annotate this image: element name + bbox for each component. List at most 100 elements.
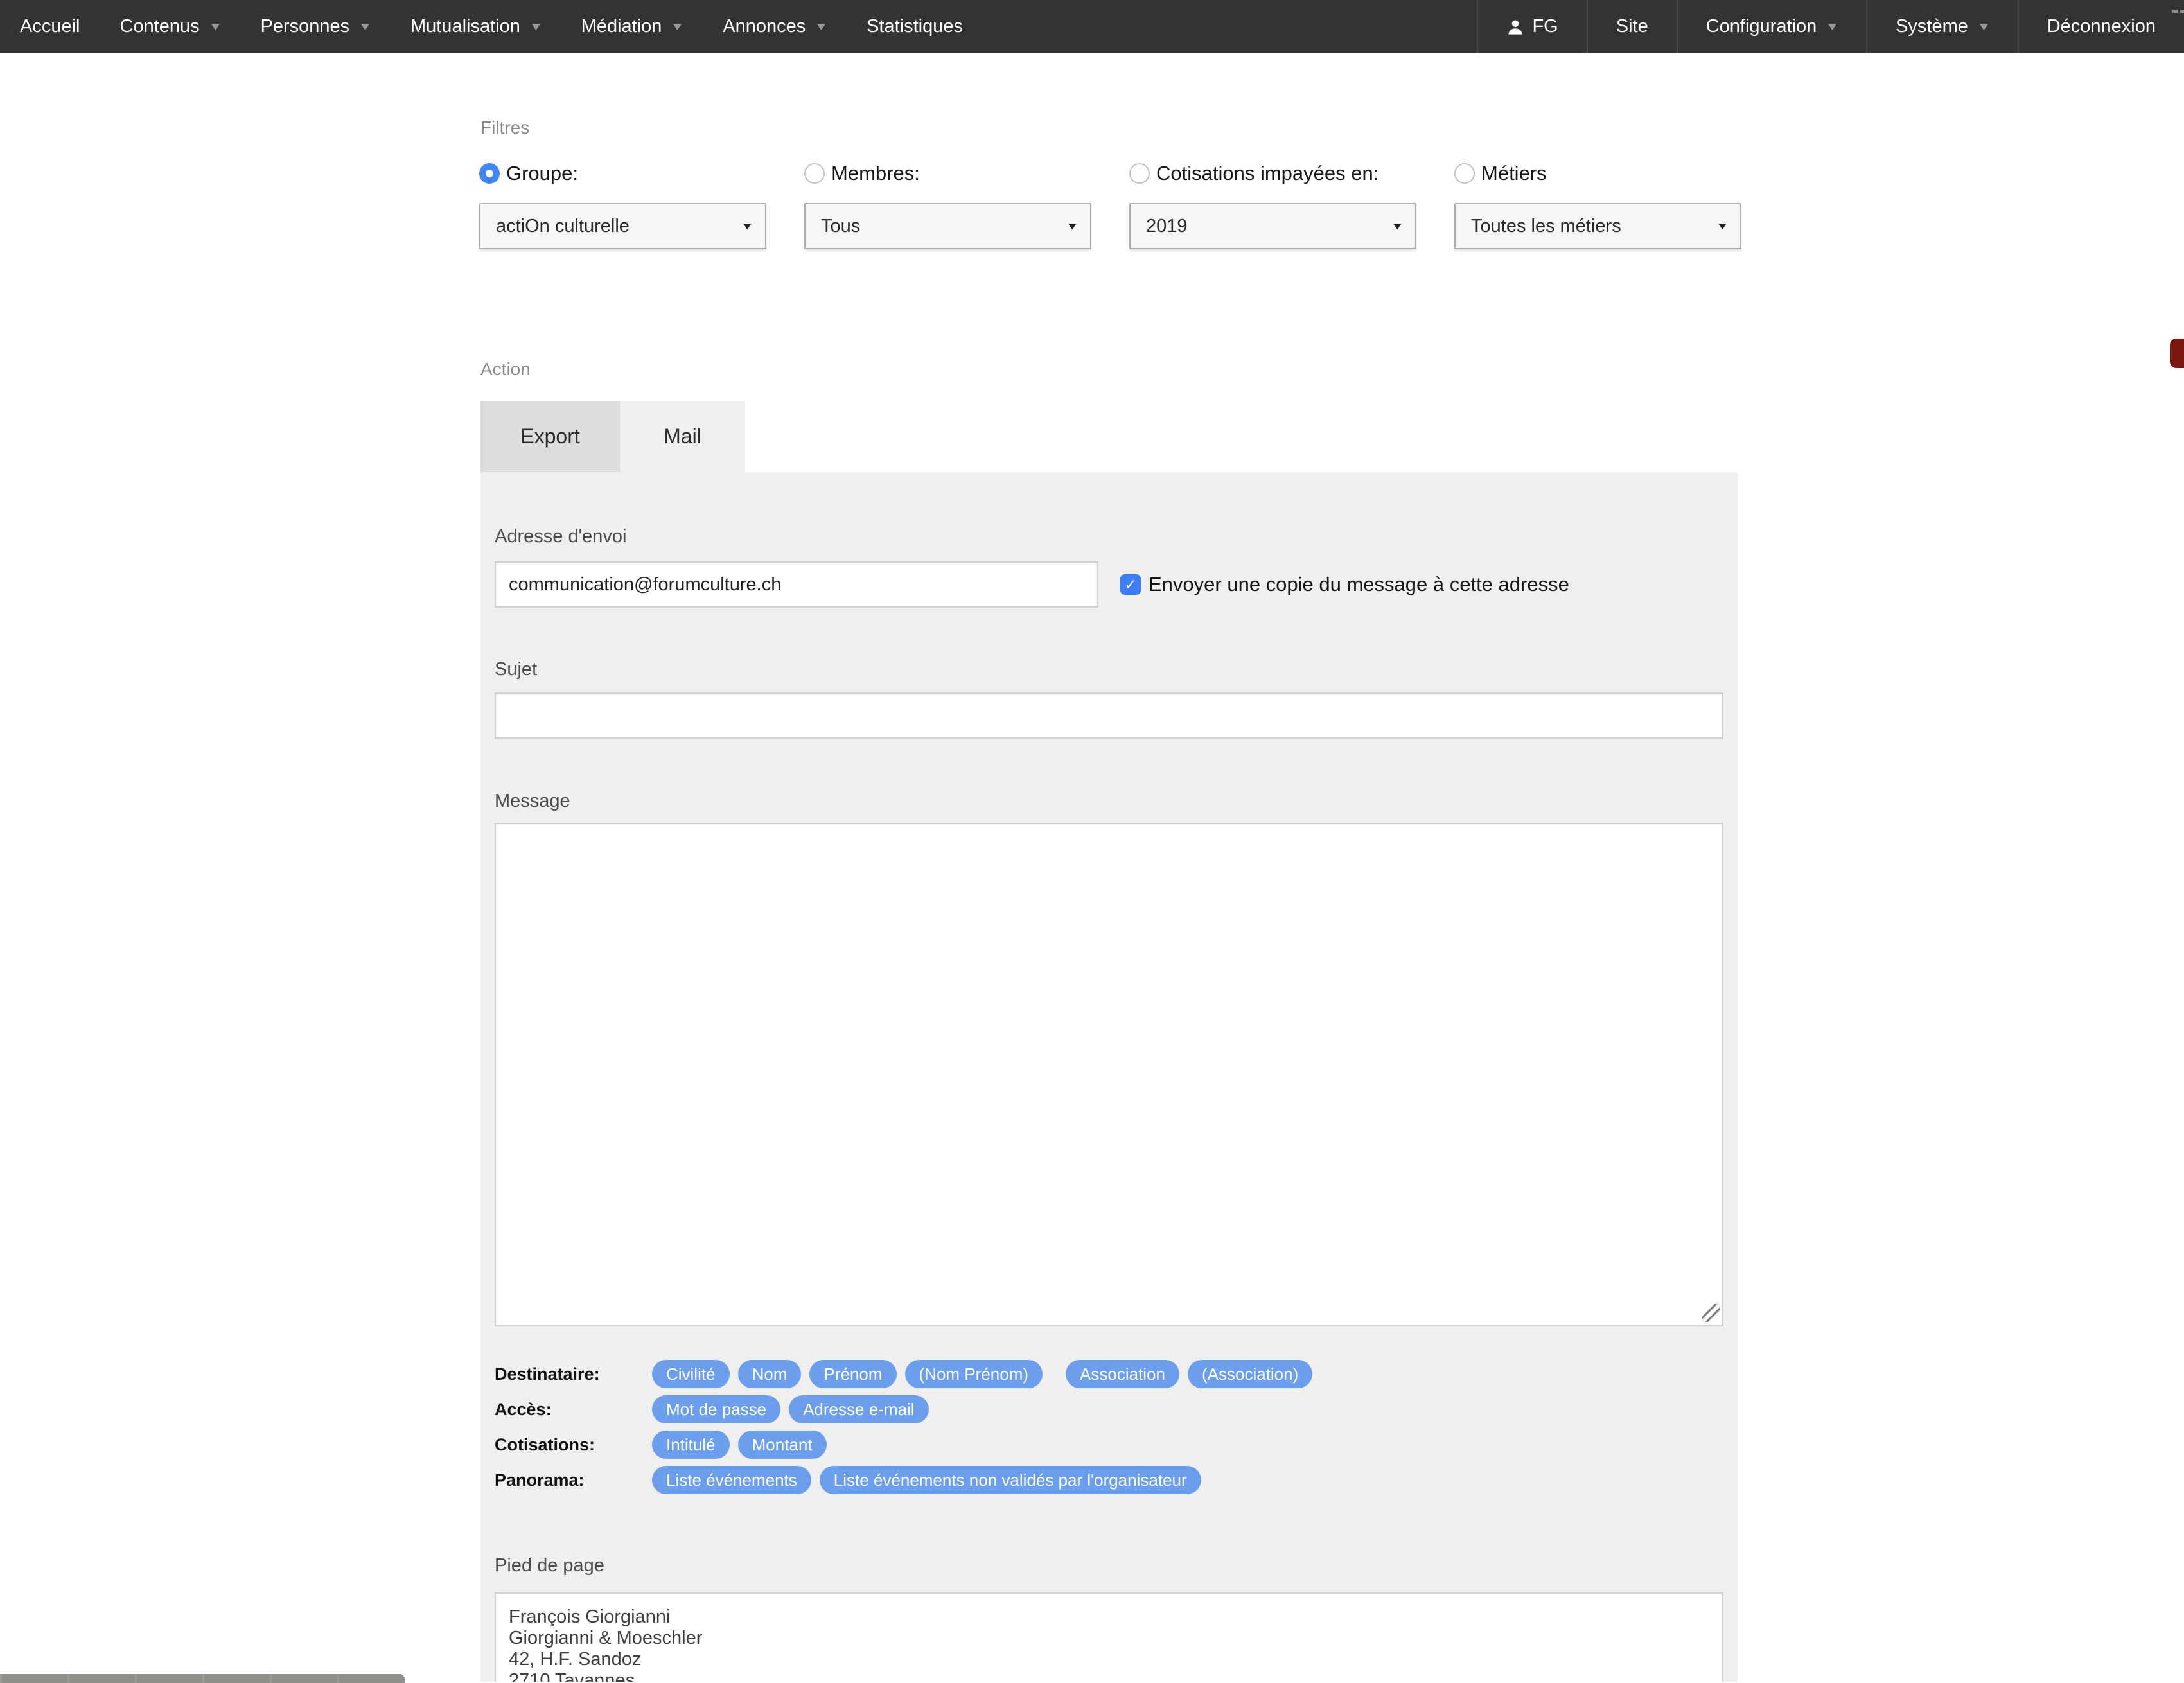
select-membres[interactable]: Tous ▼ [804, 203, 1091, 249]
select-cotisations-annee[interactable]: 2019 ▼ [1129, 203, 1416, 249]
nav-item-label: Annonces [723, 16, 806, 37]
nav-item-label: Site [1616, 16, 1648, 37]
nav-item-site[interactable]: Site [1587, 0, 1677, 53]
chevron-down-icon: ▼ [1977, 21, 1991, 33]
tag-row-label: Cotisations: [495, 1435, 652, 1455]
radio-unselected-icon[interactable] [804, 163, 825, 184]
tag-pill[interactable]: (Nom Prénom) [905, 1360, 1043, 1388]
nav-item-contenus[interactable]: Contenus ▼ [100, 0, 241, 53]
chevron-down-icon: ▼ [1066, 221, 1079, 232]
tag-row-destinataire: Destinataire: Civilité Nom Prénom (Nom P… [495, 1360, 1723, 1388]
chevron-down-icon: ▼ [529, 21, 543, 33]
tag-row-label: Panorama: [495, 1470, 652, 1490]
merge-tag-rows: Destinataire: Civilité Nom Prénom (Nom P… [495, 1360, 1723, 1494]
filter-radio-membres[interactable]: Membres: [804, 163, 1091, 184]
filter-radio-label: Cotisations impayées en: [1156, 162, 1378, 185]
filter-radio-groupe[interactable]: Groupe: [479, 163, 766, 184]
tag-pill[interactable]: Liste événements [652, 1466, 811, 1494]
tag-pill[interactable]: Mot de passe [652, 1395, 780, 1423]
tab-export[interactable]: Export [480, 401, 620, 472]
nav-item-configuration[interactable]: Configuration ▼ [1677, 0, 1866, 53]
tag-pill[interactable]: Civilité [652, 1360, 730, 1388]
nav-item-label: Configuration [1706, 16, 1817, 37]
tag-row-cotisations: Cotisations: Intitulé Montant [495, 1431, 1723, 1459]
nav-item-systeme[interactable]: Système ▼ [1866, 0, 2018, 53]
filter-radio-cotisations[interactable]: Cotisations impayées en: [1129, 163, 1416, 184]
nav-item-statistiques[interactable]: Statistiques [847, 0, 983, 53]
nav-right: FG Site Configuration ▼ Système ▼ Déconnex… [1477, 0, 2184, 53]
tag-pill[interactable]: (Association) [1188, 1360, 1312, 1388]
filter-radio-label: Groupe: [506, 162, 578, 185]
tab-mail[interactable]: Mail [620, 401, 745, 472]
user-icon [1506, 18, 1524, 36]
filters-grid: Groupe: Membres: Cotisations impayées en… [479, 163, 2184, 249]
tag-pill[interactable]: Association [1066, 1360, 1179, 1388]
nav-item-mediation[interactable]: Médiation ▼ [561, 0, 703, 53]
chevron-down-icon: ▼ [741, 221, 754, 232]
tag-pill[interactable]: Adresse e-mail [789, 1395, 928, 1423]
scrollbar-artifact [2180, 10, 2184, 13]
action-tabs: Export Mail [480, 401, 2184, 472]
horizontal-scrollbar[interactable] [0, 1674, 405, 1683]
chevron-down-icon: ▼ [671, 21, 685, 33]
tag-pill[interactable]: Liste événements non validés par l'organ… [820, 1466, 1201, 1494]
nav-item-personnes[interactable]: Personnes ▼ [240, 0, 390, 53]
select-groupe[interactable]: actiOn culturelle ▼ [479, 203, 766, 249]
tag-row-label: Accès: [495, 1400, 652, 1420]
nav-item-label: Statistiques [867, 16, 963, 37]
chevron-down-icon: ▼ [1826, 21, 1840, 33]
radio-unselected-icon[interactable] [1129, 163, 1150, 184]
filter-radio-label: Métiers [1481, 162, 1547, 185]
chevron-down-icon: ▼ [358, 21, 373, 33]
nav-user-menu[interactable]: FG [1477, 0, 1586, 53]
message-label: Message [495, 790, 1723, 812]
red-side-tab[interactable] [2170, 339, 2184, 368]
radio-unselected-icon[interactable] [1454, 163, 1475, 184]
tag-row-label: Destinataire: [495, 1364, 652, 1384]
select-value: Tous [821, 216, 860, 237]
nav-item-mutualisation[interactable]: Mutualisation ▼ [391, 0, 561, 53]
chevron-down-icon: ▼ [1391, 221, 1404, 232]
nav-item-label: Contenus [120, 16, 200, 37]
sender-address-label: Adresse d'envoi [495, 525, 1723, 547]
nav-item-accueil[interactable]: Accueil [0, 0, 100, 53]
chevron-down-icon: ▼ [815, 21, 829, 33]
footer-label: Pied de page [495, 1555, 1723, 1576]
top-navigation: Accueil Contenus ▼ Personnes ▼ Mutualisati… [0, 0, 2184, 53]
action-section-label: Action [480, 358, 2184, 380]
copy-checkbox-group[interactable]: ✓ Envoyer une copie du message à cette a… [1120, 573, 1569, 596]
sender-address-row: ✓ Envoyer une copie du message à cette a… [495, 561, 1723, 608]
checkbox-checked-icon[interactable]: ✓ [1120, 574, 1141, 595]
copy-checkbox-label: Envoyer une copie du message à cette adr… [1149, 573, 1569, 596]
nav-item-deconnexion[interactable]: Déconnexion [2018, 0, 2184, 53]
message-textarea[interactable] [495, 823, 1723, 1326]
filter-radio-metiers[interactable]: Métiers [1454, 163, 1741, 184]
nav-left: Accueil Contenus ▼ Personnes ▼ Mutualisati… [0, 0, 983, 53]
subject-input[interactable] [495, 692, 1723, 739]
nav-item-label: Accueil [20, 16, 80, 37]
tag-pill[interactable]: Intitulé [652, 1431, 730, 1459]
footer-textarea[interactable]: François Giorgianni Giorgianni & Moeschl… [495, 1592, 1723, 1682]
nav-item-label: Système [1896, 16, 1968, 37]
nav-user-initials: FG [1532, 16, 1558, 37]
tag-pill[interactable]: Montant [738, 1431, 827, 1459]
chevron-down-icon: ▼ [208, 21, 222, 33]
sender-address-input[interactable] [495, 561, 1098, 608]
nav-item-label: Mutualisation [410, 16, 520, 37]
select-value: 2019 [1146, 216, 1188, 237]
select-value: actiOn culturelle [496, 216, 630, 237]
message-textarea-wrap [495, 823, 1723, 1326]
filters-section-label: Filtres [480, 117, 2184, 139]
radio-selected-icon[interactable] [479, 163, 500, 184]
resize-handle-icon[interactable] [1702, 1304, 1720, 1322]
tag-pill[interactable]: Prénom [809, 1360, 896, 1388]
scrollbar-artifact [2172, 10, 2178, 13]
filter-radio-label: Membres: [831, 162, 920, 185]
nav-item-annonces[interactable]: Annonces ▼ [703, 0, 847, 53]
subject-label: Sujet [495, 658, 1723, 680]
nav-item-label: Personnes [260, 16, 349, 37]
chevron-down-icon: ▼ [1716, 221, 1729, 232]
tag-pill[interactable]: Nom [738, 1360, 802, 1388]
nav-item-label: Médiation [581, 16, 662, 37]
select-metiers[interactable]: Toutes les métiers ▼ [1454, 203, 1741, 249]
